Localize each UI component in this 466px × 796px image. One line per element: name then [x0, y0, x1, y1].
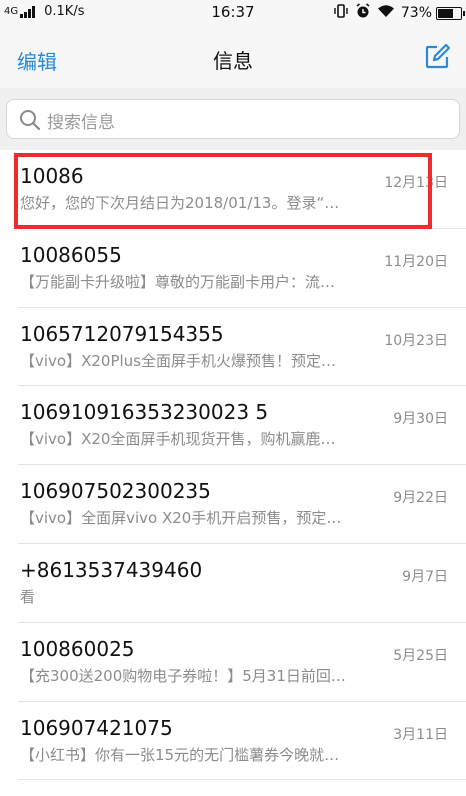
message-preview: 【vivo】X20全面屏手机现货开售，购机赢鹿…: [20, 430, 336, 449]
message-preview: 【小红书】你有一张15元的无门槛薯券今晚就…: [20, 745, 340, 764]
message-item[interactable]: 106907502300235 9月22日【vivo】全面屏vivo X20手机开…: [0, 465, 466, 544]
message-list: 10086 12月13日 您好，您的下次月结日为2018/01/13。登录“… 100…: [0, 150, 466, 781]
compose-icon[interactable]: [423, 43, 451, 71]
message-item[interactable]: 10086 12月13日您好，您的下次月结日为2018/01/13。登录“…: [0, 150, 466, 229]
search-icon: [19, 109, 41, 131]
nav-bar: 编辑 信息: [0, 26, 466, 88]
search-placeholder: 搜索信息: [47, 113, 115, 133]
battery-icon: [436, 6, 465, 20]
status-right: 73%: [327, 3, 465, 23]
message-date: 9月7日: [402, 568, 448, 585]
message-sender: 100860025: [20, 636, 135, 661]
message-date: 9月22日: [393, 490, 448, 507]
message-sender: 10086: [20, 164, 84, 188]
message-sender: 106907421075: [20, 715, 173, 740]
search-input[interactable]: 搜索信息: [6, 99, 460, 139]
alarm-icon: [355, 3, 371, 23]
message-date: 9月30日: [393, 411, 448, 428]
page-title: 信息: [213, 49, 253, 73]
message-item[interactable]: 100860025 5月25日【充300送200购物电子券啦！】5月31日前回…: [0, 623, 466, 702]
message-date: 5月25日: [393, 647, 448, 664]
status-bar: 4G 0.1K/s 16:37 73%: [0, 0, 466, 26]
wifi-icon: [377, 4, 395, 22]
message-sender: 106910916353230023 5: [20, 400, 269, 425]
message-item[interactable]: 10086055 11月20日【万能副卡升级啦】尊敬的万能副卡用户：流…: [0, 229, 466, 308]
battery-percent: 73%: [400, 5, 432, 21]
message-preview: 您好，您的下次月结日为2018/01/13。登录“…: [20, 194, 340, 212]
vibrate-icon: [333, 4, 349, 22]
search-bar: 搜索信息: [0, 88, 466, 150]
message-item[interactable]: +8613537439460 9月7日看: [0, 544, 466, 623]
message-item[interactable]: 106907421075 3月11日【小红书】你有一张15元的无门槛薯券今晚就…: [0, 702, 466, 781]
message-date: 11月20日: [384, 253, 448, 270]
message-preview: 【万能副卡升级啦】尊敬的万能副卡用户：流…: [20, 272, 336, 291]
message-item[interactable]: 106910916353230023 5 9月30日【vivo】X20全面屏手机现…: [0, 386, 466, 465]
message-sender: 106907502300235: [20, 479, 211, 504]
message-sender: 1065712079154355: [20, 321, 224, 346]
message-preview: 【vivo】X20Plus全面屏手机火爆预售！预定…: [20, 351, 336, 370]
message-preview: 看: [20, 587, 36, 606]
message-preview: 【vivo】全面屏vivo X20手机开启预售，预定…: [20, 509, 342, 528]
message-date: 10月23日: [384, 332, 448, 349]
message-item[interactable]: 1065712079154355 10月23日【vivo】X20Plus全面屏手机…: [0, 308, 466, 387]
message-date: 12月13日: [384, 175, 448, 191]
message-date: 3月11日: [393, 726, 448, 743]
message-preview: 【充300送200购物电子券啦！】5月31日前回…: [20, 666, 346, 685]
message-sender: +8613537439460: [20, 557, 203, 582]
message-sender: 10086055: [20, 242, 122, 267]
